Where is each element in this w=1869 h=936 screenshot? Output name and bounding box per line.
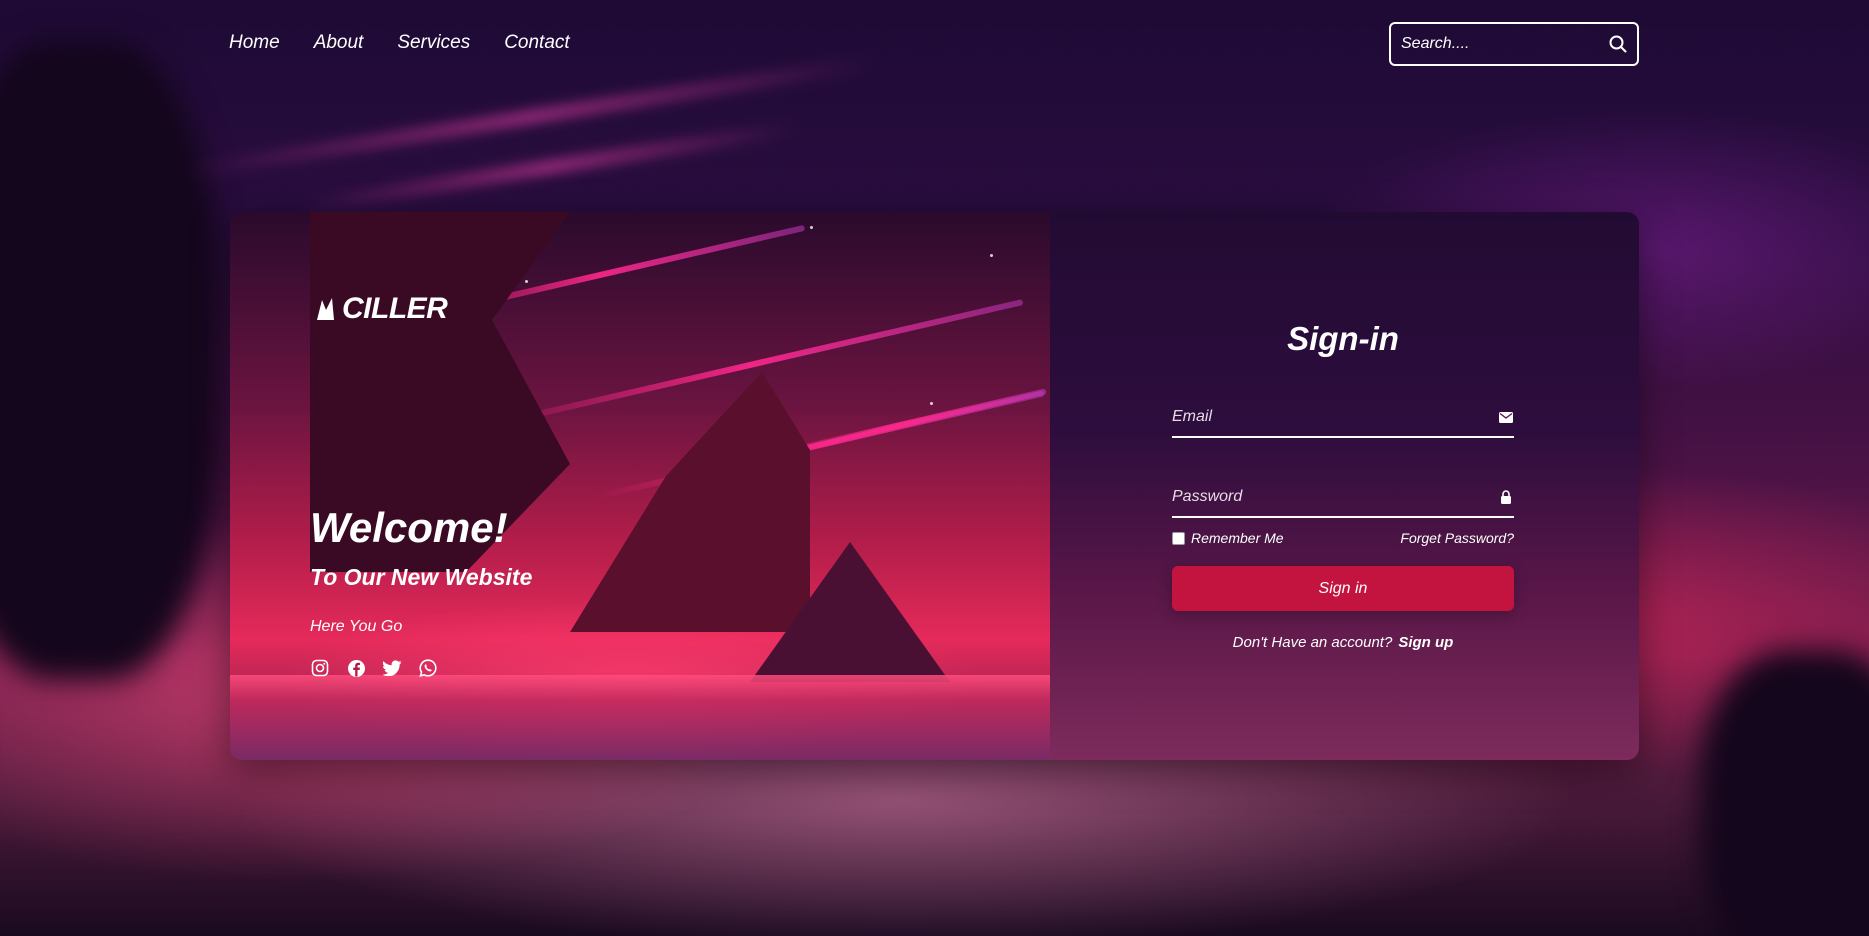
forgot-password-link[interactable]: Forget Password? <box>1400 530 1514 546</box>
welcome-tagline: Here You Go <box>310 618 403 635</box>
no-account-text: Don't Have an account? <box>1232 634 1393 651</box>
nav-contact[interactable]: Contact <box>504 32 569 54</box>
instagram-icon[interactable] <box>310 658 330 678</box>
logo-icon <box>317 298 334 320</box>
email-field[interactable] <box>1172 408 1498 426</box>
remember-me-checkbox[interactable] <box>1172 531 1185 545</box>
background-cliff-left <box>0 40 220 680</box>
sea <box>230 675 1050 760</box>
twitter-icon[interactable] <box>382 658 402 678</box>
welcome-subtitle: To Our New Website <box>310 564 533 590</box>
login-card: CILLER Welcome! To Our New Website Here … <box>230 212 1639 760</box>
signup-prompt: Don't Have an account? Sign up <box>1172 634 1514 651</box>
password-field-wrapper <box>1172 478 1514 518</box>
hero-panel: CILLER Welcome! To Our New Website Here … <box>230 212 1050 760</box>
main-nav: Home About Services Contact <box>229 32 570 54</box>
star <box>810 226 813 229</box>
search-icon[interactable] <box>1609 34 1627 54</box>
background-cliff-right <box>1700 650 1869 936</box>
lock-icon <box>1498 489 1514 505</box>
logo: CILLER <box>314 292 448 326</box>
remember-me-label: Remember Me <box>1191 530 1284 546</box>
nav-about[interactable]: About <box>314 32 364 54</box>
signin-button[interactable]: Sign in <box>1172 566 1514 611</box>
social-links <box>310 658 438 678</box>
welcome-heading: Welcome! <box>310 504 508 551</box>
search-input[interactable] <box>1401 35 1609 53</box>
nav-services[interactable]: Services <box>397 32 470 54</box>
background-streak <box>183 55 877 179</box>
whatsapp-icon[interactable] <box>418 658 438 678</box>
search-box <box>1389 22 1639 66</box>
facebook-icon[interactable] <box>346 658 366 678</box>
star <box>990 254 993 257</box>
email-field-wrapper <box>1172 398 1514 438</box>
password-field[interactable] <box>1172 488 1498 506</box>
mail-icon <box>1498 409 1514 425</box>
form-options: Remember Me Forget Password? <box>1172 530 1514 546</box>
nav-home[interactable]: Home <box>229 32 280 54</box>
signup-link[interactable]: Sign up <box>1398 634 1453 651</box>
star <box>930 402 933 405</box>
remember-me[interactable]: Remember Me <box>1172 530 1284 546</box>
logo-text: CILLER <box>342 292 448 325</box>
mountain <box>570 372 810 632</box>
star <box>525 280 528 283</box>
signin-form: Sign-in Remember Me Forget Password? Sig… <box>1172 212 1514 760</box>
signin-title: Sign-in <box>1287 320 1399 357</box>
